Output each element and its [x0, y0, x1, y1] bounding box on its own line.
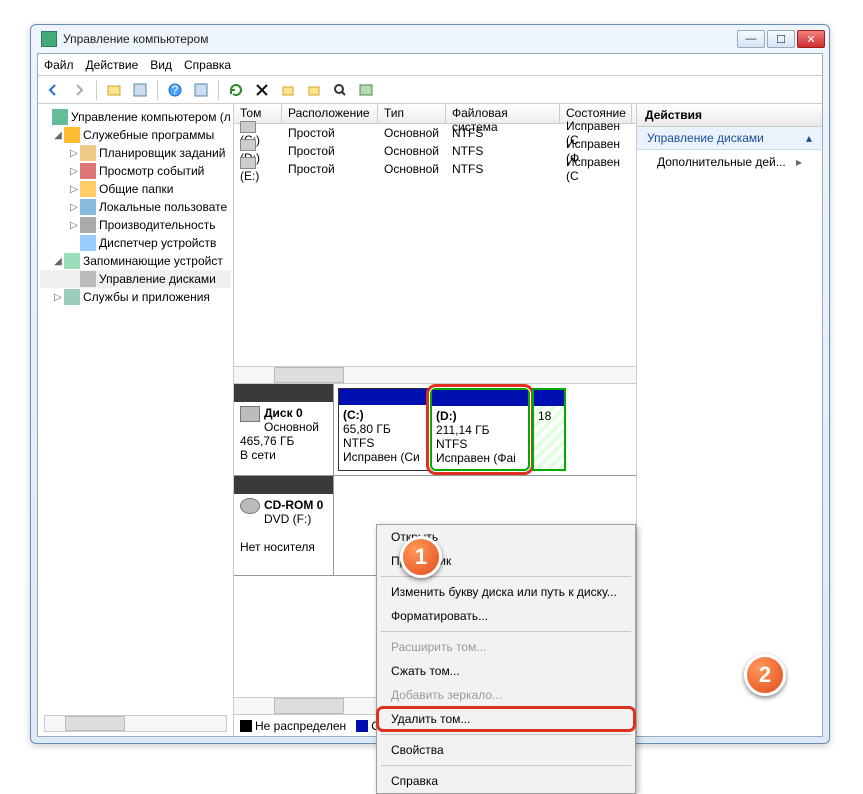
extra-icon[interactable] — [355, 79, 377, 101]
up-button[interactable] — [103, 79, 125, 101]
ctx-delete-volume[interactable]: Удалить том... — [377, 707, 635, 731]
tree-local-users[interactable]: Локальные пользовате — [99, 200, 227, 214]
menu-help[interactable]: Справка — [184, 58, 231, 72]
col-layout[interactable]: Расположение — [282, 104, 378, 123]
device-icon — [80, 235, 96, 251]
window-title: Управление компьютером — [63, 32, 737, 46]
maximize-button[interactable]: ☐ — [767, 30, 795, 48]
hdd-icon — [240, 406, 260, 422]
cdrom-header[interactable]: CD-ROM 0 DVD (F:) Нет носителя — [234, 476, 334, 575]
main-pane: Том Расположение Тип Файловая система Со… — [234, 104, 636, 736]
partition-c[interactable]: (C:) 65,80 ГБ NTFS Исправен (Си — [338, 388, 428, 471]
show-hide-tree-button[interactable] — [129, 79, 151, 101]
ctx-extend: Расширить том... — [377, 635, 635, 659]
services-icon — [64, 289, 80, 305]
toolbar: ? — [38, 76, 822, 104]
back-button[interactable] — [42, 79, 64, 101]
tools-icon — [64, 127, 80, 143]
app-window: Управление компьютером — ☐ ✕ Файл Действ… — [30, 24, 830, 744]
annotation-badge-2: 2 — [744, 654, 786, 696]
ctx-mirror: Добавить зеркало... — [377, 683, 635, 707]
menu-action[interactable]: Действие — [86, 58, 139, 72]
disk-row-0: Диск 0 Основной 465,76 ГБ В сети (C:) 65… — [234, 384, 636, 476]
app-icon — [41, 31, 57, 47]
tree-root[interactable]: Управление компьютером (л — [71, 110, 231, 124]
ctx-properties[interactable]: Свойства — [377, 738, 635, 762]
close-button[interactable]: ✕ — [797, 30, 825, 48]
volume-icon — [240, 157, 256, 169]
tree-scrollbar[interactable] — [44, 715, 227, 732]
volume-icon — [240, 139, 256, 151]
tree-system-tools[interactable]: Служебные программы — [83, 128, 214, 142]
actions-header: Действия — [637, 104, 822, 127]
refresh-button[interactable] — [225, 79, 247, 101]
disk0-header[interactable]: Диск 0 Основной 465,76 ГБ В сети — [234, 384, 334, 475]
partition-e[interactable]: 18 — [532, 388, 566, 471]
help-button[interactable]: ? — [164, 79, 186, 101]
action-list-button[interactable] — [190, 79, 212, 101]
navigation-tree[interactable]: Управление компьютером (л ◢Служебные про… — [38, 104, 234, 736]
tree-event-viewer[interactable]: Просмотр событий — [99, 164, 204, 178]
delete-icon[interactable] — [251, 79, 273, 101]
search-icon[interactable] — [329, 79, 351, 101]
computer-icon — [52, 109, 68, 125]
users-icon — [80, 199, 96, 215]
col-type[interactable]: Тип — [378, 104, 446, 123]
legend-unallocated: Не распределен — [255, 719, 346, 733]
ctx-help[interactable]: Справка — [377, 769, 635, 793]
collapse-icon: ▴ — [806, 131, 812, 145]
volume-scrollbar[interactable] — [234, 366, 636, 383]
menu-view[interactable]: Вид — [150, 58, 172, 72]
actions-pane: Действия Управление дисками▴ Дополнитель… — [636, 104, 822, 736]
properties-icon[interactable] — [277, 79, 299, 101]
ctx-shrink[interactable]: Сжать том... — [377, 659, 635, 683]
col-filesystem[interactable]: Файловая система — [446, 104, 560, 123]
event-icon — [80, 163, 96, 179]
tree-shared-folders[interactable]: Общие папки — [99, 182, 173, 196]
annotation-badge-1: 1 — [400, 536, 442, 578]
volume-icon — [240, 121, 256, 133]
actions-diskmgmt[interactable]: Управление дисками▴ — [637, 127, 822, 150]
tree-task-scheduler[interactable]: Планировщик заданий — [99, 146, 225, 160]
minimize-button[interactable]: — — [737, 30, 765, 48]
titlebar[interactable]: Управление компьютером — ☐ ✕ — [31, 25, 829, 53]
folder-icon — [80, 181, 96, 197]
ctx-change-letter[interactable]: Изменить букву диска или путь к диску... — [377, 580, 635, 604]
scheduler-icon — [80, 145, 96, 161]
partition-d[interactable]: (D:) 211,14 ГБ NTFS Исправен (Фаі — [430, 388, 530, 471]
actions-more[interactable]: Дополнительные дей... — [637, 150, 822, 174]
tree-device-manager[interactable]: Диспетчер устройств — [99, 236, 216, 250]
tree-storage[interactable]: Запоминающие устройст — [83, 254, 223, 268]
volume-table[interactable]: Том Расположение Тип Файловая система Со… — [234, 104, 636, 384]
perf-icon — [80, 217, 96, 233]
tree-services-apps[interactable]: Службы и приложения — [83, 290, 210, 304]
disk-icon — [80, 271, 96, 287]
menubar: Файл Действие Вид Справка — [38, 54, 822, 76]
tree-disk-management[interactable]: Управление дисками — [99, 272, 216, 286]
settings-icon[interactable] — [303, 79, 325, 101]
table-row[interactable]: (E:)ПростойОсновнойNTFSИсправен (С — [234, 160, 636, 178]
forward-button[interactable] — [68, 79, 90, 101]
storage-icon — [64, 253, 80, 269]
cdrom-icon — [240, 498, 260, 514]
tree-performance[interactable]: Производительность — [99, 218, 215, 232]
menu-file[interactable]: Файл — [44, 58, 74, 72]
svg-text:?: ? — [172, 83, 179, 97]
ctx-format[interactable]: Форматировать... — [377, 604, 635, 628]
